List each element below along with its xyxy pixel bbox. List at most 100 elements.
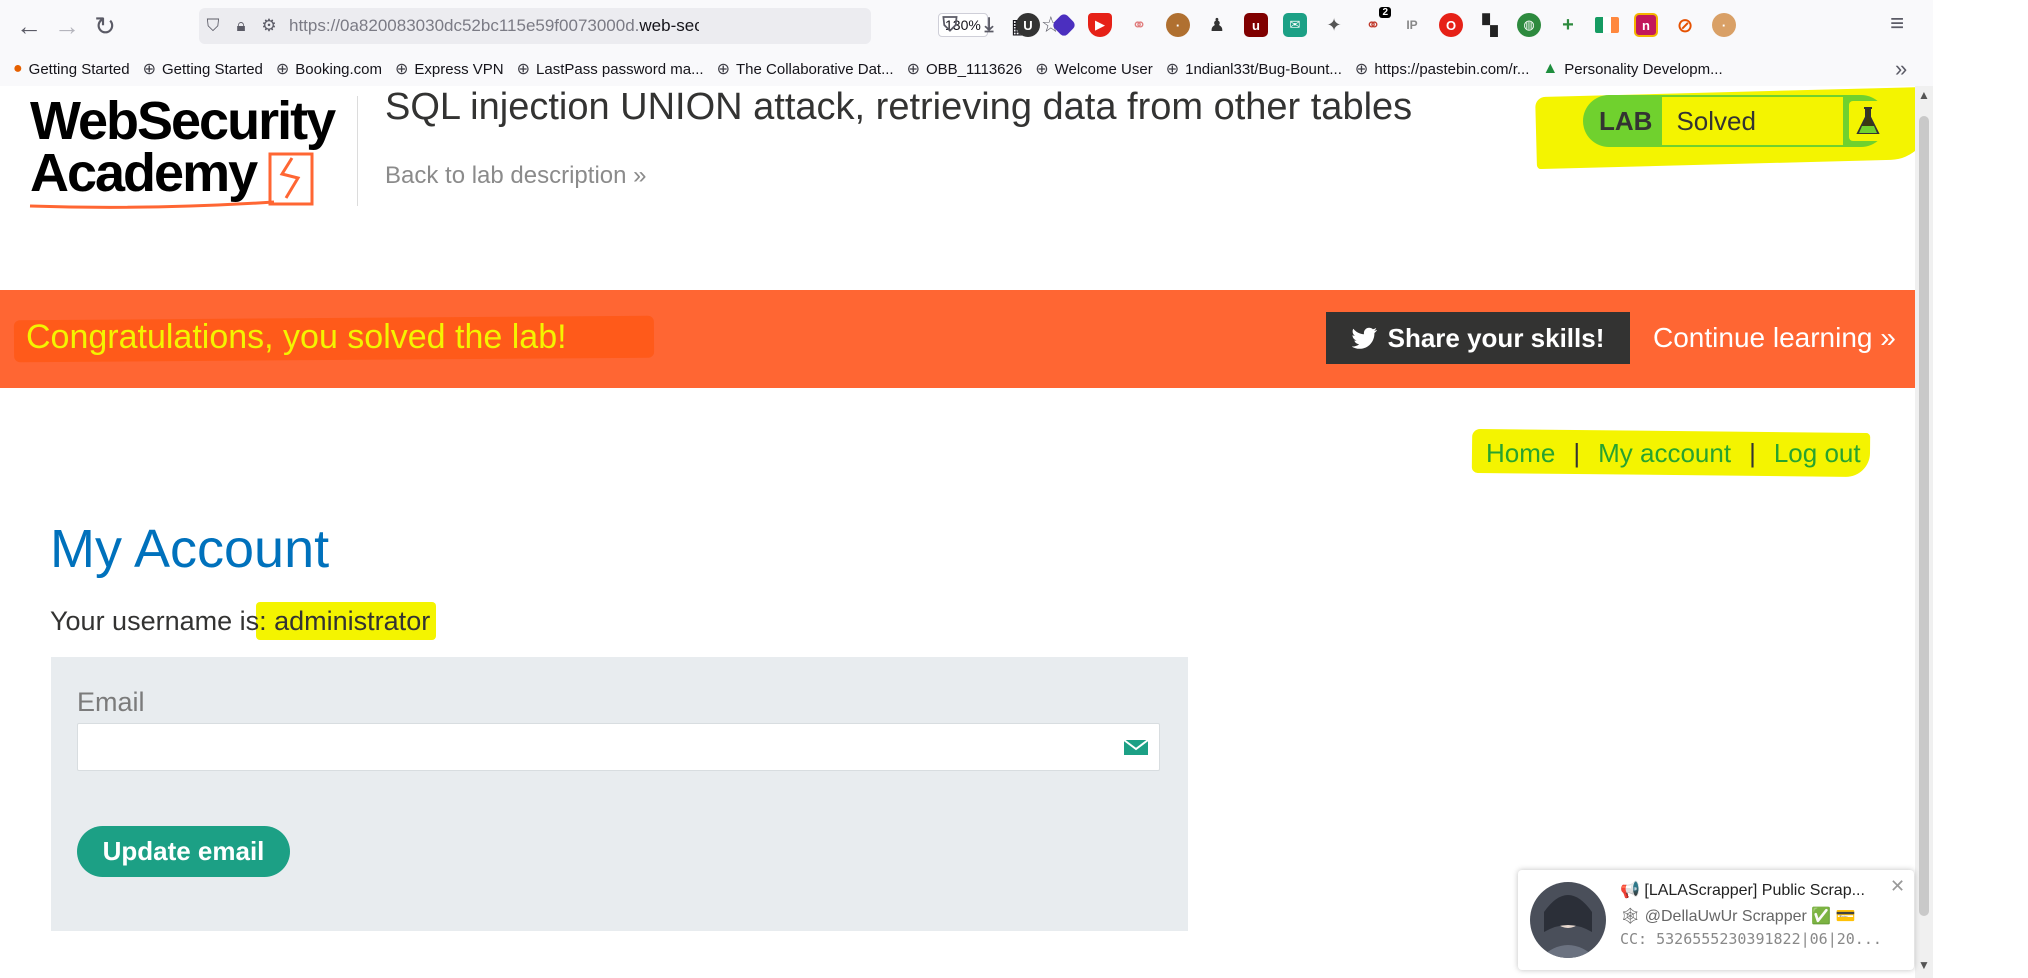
- globe-icon: ⊕: [142, 61, 156, 78]
- grid-extension-icon[interactable]: ▚: [1478, 13, 1502, 37]
- url-prefix: https://0a820083030dc52bc115e59f0073000d…: [289, 16, 640, 35]
- bookmarks-overflow-chevron-icon[interactable]: »: [1895, 56, 1907, 82]
- url-text[interactable]: https://0a820083030dc52bc115e59f0073000d…: [289, 16, 699, 36]
- page-content: WebSecurity Academy SQL injection UNION …: [0, 86, 1915, 978]
- bookmark-item[interactable]: ⊕ 1ndianl33t/Bug-Bount...: [1166, 59, 1342, 79]
- youtube-extension-icon[interactable]: ▶: [1088, 13, 1112, 37]
- lab-status-text: Solved: [1662, 97, 1844, 145]
- email-label: Email: [77, 687, 145, 717]
- header-divider: [357, 96, 358, 206]
- bookmark-item[interactable]: ● Getting Started: [13, 60, 130, 78]
- double-chevron-right-icon: »: [633, 162, 647, 189]
- url-domain: web-sec: [639, 16, 699, 35]
- link-extension-icon[interactable]: ⚭: [1127, 13, 1151, 37]
- bookmark-item[interactable]: ⊕ https://pastebin.com/r...: [1355, 59, 1529, 79]
- url-bar[interactable]: ⛉ 🔒︎ ⚙︎ https://0a820083030dc52bc115e59f…: [199, 8, 1061, 44]
- email-field[interactable]: [77, 723, 1160, 771]
- hamburger-menu-icon[interactable]: ≡: [1890, 10, 1904, 38]
- bookmark-label: Getting Started: [28, 60, 130, 78]
- scroll-up-arrow-icon[interactable]: ▲: [1918, 88, 1930, 102]
- flag-extension-icon[interactable]: [1595, 17, 1619, 33]
- puzzle-extension-icon[interactable]: ✦: [1322, 13, 1346, 37]
- share-skills-button[interactable]: Share your skills!: [1326, 312, 1630, 364]
- bookmark-label: The Collaborative Dat...: [736, 60, 894, 78]
- continue-learning-link[interactable]: Continue learning »: [1653, 322, 1896, 354]
- bookmark-item[interactable]: ⊕ The Collaborative Dat...: [717, 59, 894, 79]
- n-extension-icon[interactable]: n: [1634, 13, 1658, 37]
- bookmark-label: 1ndianl33t/Bug-Bount...: [1185, 60, 1342, 78]
- page-title: My Account: [50, 519, 330, 579]
- username-line: Your username is: administrator: [50, 606, 430, 637]
- globe-icon: ⊕: [716, 61, 731, 78]
- notification-body: CC: 5326555230391822|06|20...: [1620, 930, 1882, 948]
- layers-extension-icon[interactable]: [1051, 12, 1077, 38]
- username-value: administrator: [274, 606, 431, 636]
- flask-icon: [1849, 101, 1887, 141]
- lab-title: SQL injection UNION attack, retrieving d…: [385, 86, 1413, 128]
- browser-toolbar: ← → ↻ ⛉ 🔒︎ ⚙︎ https://0a820083030dc52bc1…: [0, 0, 1933, 52]
- scrollbar-thumb[interactable]: [1919, 116, 1929, 916]
- blocked-extension-icon[interactable]: ⊘: [1673, 13, 1697, 37]
- back-arrow-icon[interactable]: ←: [10, 7, 48, 45]
- tempmail-envelope-icon[interactable]: [1123, 739, 1149, 759]
- plus-extension-icon[interactable]: +: [1556, 13, 1580, 37]
- cookie-count-extension-icon[interactable]: ⚭ 2: [1361, 7, 1391, 37]
- cookie-extension-icon[interactable]: ·: [1166, 13, 1190, 37]
- extensions-bar: ⛉ ⤓ U ▶ ⚭ · ♟ u ✉ ✦ ⚭ 2 IP O ▚ ◍ + n ⊘ ·: [938, 7, 1751, 40]
- bookmark-label: Booking.com: [295, 60, 383, 78]
- globe-extension-icon[interactable]: ◍: [1517, 13, 1541, 37]
- bookmark-item[interactable]: ▲ Personality Developm...: [1542, 60, 1722, 78]
- bookmark-item[interactable]: ⊕ OBB_1113626: [907, 59, 1023, 79]
- notification-title: 📢 [LALAScrapper] Public Scrap...: [1620, 882, 1865, 899]
- home-link[interactable]: Home: [1486, 438, 1555, 468]
- pocket-icon[interactable]: ⛉: [938, 13, 962, 37]
- download-icon[interactable]: ⤓: [977, 13, 1001, 37]
- nav-separator: |: [1573, 438, 1581, 468]
- firefox-icon: ●: [13, 60, 23, 77]
- banner-message: Congratulations, you solved the lab!: [26, 318, 567, 356]
- globe-icon: ⊕: [395, 61, 409, 78]
- tempmail-icon[interactable]: ✉: [1283, 13, 1307, 37]
- notification-subtitle: 🕸 @DellaUwUr Scrapper ✅ 💳: [1620, 908, 1856, 925]
- log-out-link[interactable]: Log out: [1774, 438, 1861, 468]
- opera-extension-icon[interactable]: O: [1439, 13, 1463, 37]
- back-to-lab-description-link[interactable]: Back to lab description »: [385, 162, 647, 190]
- continue-learning-label: Continue learning: [1653, 322, 1873, 353]
- bookmark-item[interactable]: ⊕ Welcome User: [1035, 59, 1153, 79]
- permissions-icon[interactable]: ⚙︎: [255, 16, 283, 36]
- forward-arrow-icon[interactable]: →: [48, 7, 86, 45]
- web-security-academy-logo[interactable]: WebSecurity Academy: [28, 90, 358, 210]
- scroll-down-arrow-icon[interactable]: ▼: [1918, 958, 1930, 972]
- close-icon[interactable]: ✕: [1890, 876, 1905, 897]
- globe-icon: ⊕: [1354, 61, 1369, 78]
- u-extension-icon[interactable]: U: [1016, 13, 1040, 37]
- ip-label: IP: [1406, 18, 1418, 32]
- bookmark-item[interactable]: ⊕ Express VPN: [395, 59, 504, 79]
- notification-popup[interactable]: 📢 [LALAScrapper] Public Scrap... 🕸 @Dell…: [1518, 870, 1914, 970]
- ip-extension-icon[interactable]: IP: [1400, 13, 1424, 37]
- bookmark-item[interactable]: ⊕ LastPass password ma...: [517, 59, 704, 79]
- my-account-link[interactable]: My account: [1598, 438, 1731, 468]
- globe-icon: ⊕: [275, 61, 290, 78]
- bookmark-item[interactable]: ⊕ Getting Started: [143, 59, 263, 79]
- lab-label: LAB: [1599, 105, 1653, 136]
- page-scrollbar[interactable]: ▲ ▼: [1915, 86, 1933, 978]
- lab-status-badge: LAB Solved: [1583, 95, 1887, 147]
- update-email-button[interactable]: Update email: [77, 826, 290, 877]
- globe-icon: ⊕: [1165, 61, 1180, 78]
- color-picker-extension-icon[interactable]: ·: [1712, 13, 1736, 37]
- share-button-label: Share your skills!: [1387, 322, 1605, 353]
- bookmark-label: https://pastebin.com/r...: [1374, 60, 1530, 78]
- bookmark-item[interactable]: ⊕ Booking.com: [276, 59, 382, 79]
- twitter-icon: [1351, 327, 1377, 349]
- lock-icon[interactable]: 🔒︎: [227, 16, 255, 36]
- ublock-icon[interactable]: u: [1244, 13, 1268, 37]
- spy-extension-icon[interactable]: ♟: [1205, 13, 1229, 37]
- back-link-label: Back to lab description: [385, 162, 627, 189]
- bookmark-label: LastPass password ma...: [536, 60, 704, 78]
- logo-underline: [29, 200, 275, 209]
- reload-icon[interactable]: ↻: [86, 7, 124, 45]
- double-chevron-right-icon: »: [1880, 322, 1896, 353]
- username-prefix: Your username is:: [50, 606, 267, 636]
- tracking-shield-icon[interactable]: ⛉: [199, 16, 227, 36]
